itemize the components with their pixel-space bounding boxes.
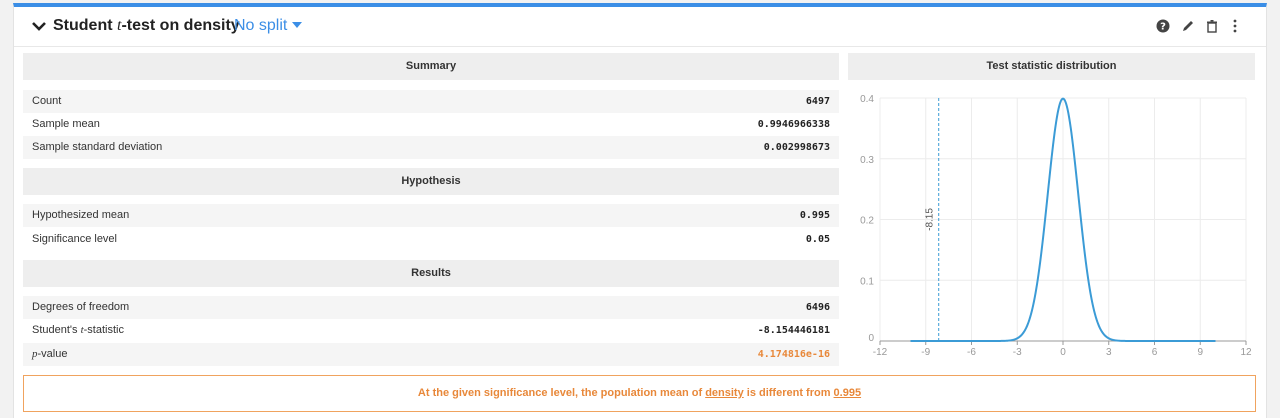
results-row-dof: Degrees of freedom 6496 (23, 296, 839, 319)
y-tick-label: 0.1 (860, 276, 874, 287)
card-header: Student t-test on density No split ? (14, 7, 1266, 47)
y-tick-label: 0.2 (860, 216, 874, 227)
summary-row-count: Count 6497 (23, 90, 839, 113)
x-tick-label: 0 (1060, 347, 1066, 358)
caret-down-icon (292, 22, 303, 28)
card-title: Student t-test on density (53, 17, 240, 34)
trash-icon[interactable] (1205, 19, 1219, 33)
x-tick-label: -6 (967, 347, 976, 358)
help-icon[interactable]: ? (1156, 19, 1170, 33)
split-dropdown[interactable]: No split (234, 17, 303, 35)
svg-text:?: ? (1160, 22, 1166, 33)
summary-row-std: Sample standard deviation 0.002998673 (23, 136, 839, 159)
summary-row-mean: Sample mean 0.9946966338 (32, 118, 830, 130)
x-tick-label: -12 (873, 347, 888, 358)
x-tick-label: -3 (1013, 347, 1022, 358)
x-tick-label: 9 (1197, 347, 1203, 358)
x-tick-label: 3 (1106, 347, 1112, 358)
reference-link[interactable]: 0.995 (834, 387, 862, 399)
variable-link[interactable]: density (705, 387, 744, 399)
results-row-pvalue: p-value 4.174816e-16 (23, 343, 839, 366)
chart-title: Test statistic distribution (848, 53, 1255, 80)
y-tick-label: 0 (868, 333, 874, 344)
t-statistic-marker-label: -8.15 (925, 208, 936, 231)
hypothesis-heading: Hypothesis (23, 168, 839, 195)
summary-heading: Summary (23, 53, 839, 80)
edit-pencil-icon[interactable] (1181, 19, 1195, 33)
x-tick-label: 12 (1240, 347, 1252, 358)
results-row-tstat: Student's t-statistic -8.154446181 (32, 324, 830, 336)
x-tick-label: 6 (1152, 347, 1158, 358)
y-tick-label: 0.3 (860, 155, 874, 166)
test-statistic-chart: -12 -9 -6 -3 0 3 6 9 12 0 0.1 0.2 0.3 0.4 -8.15 (860, 94, 1252, 358)
y-tick-label: 0.4 (860, 94, 874, 105)
results-heading: Results (23, 260, 839, 287)
x-tick-label: -9 (921, 347, 930, 358)
collapse-chevron-icon[interactable] (31, 19, 47, 33)
hypothesis-row-mean: Hypothesized mean 0.995 (23, 204, 839, 227)
conclusion-banner: At the given significance level, the pop… (23, 375, 1256, 412)
more-vertical-icon[interactable] (1228, 19, 1242, 33)
hypothesis-row-significance: Significance level 0.05 (32, 233, 830, 245)
